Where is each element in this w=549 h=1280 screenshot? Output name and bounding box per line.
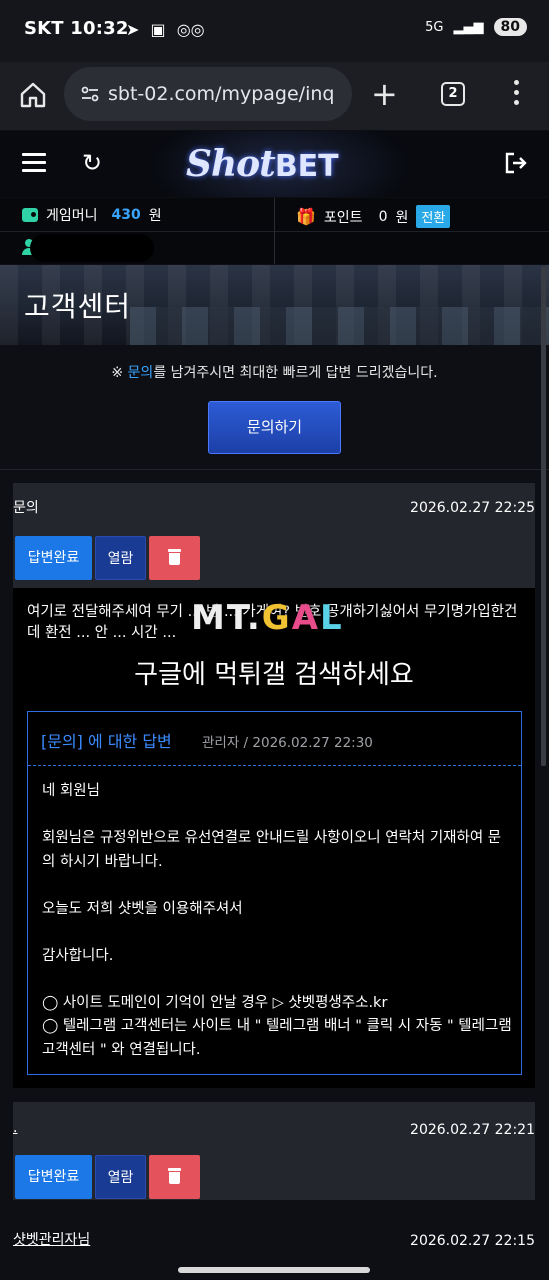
notice-prefix: ※ [111,365,128,381]
answered-badge[interactable]: 답변완료 [15,536,92,580]
post-title[interactable]: . [13,1120,17,1136]
points-label: 포인트 [323,209,363,226]
answer-line: ◯ 사이트 도메인이 기억이 안날 경우 ▷ 샷벳평생주소.kr [42,994,388,1011]
status-carrier-time: SKT 10:32 [24,18,129,39]
site-settings-icon[interactable] [80,84,100,104]
open-button[interactable]: 열람 [95,1155,146,1199]
answer-box: [문의] 에 대한 답변 관리자 / 2026.02.27 22:30 네 회원… [27,711,522,1075]
refresh-icon[interactable]: ↻ [82,150,102,176]
tab-switcher-button[interactable]: 2 [441,82,465,106]
site-logo[interactable]: ShotBET [186,143,339,185]
points-unit: 원 [395,209,409,226]
delete-button[interactable] [149,1155,200,1199]
status-right: 5G ▂▄▆ 80 [425,18,527,36]
notification-icons: ➤ ▣ ◎◎ [126,20,205,39]
open-button[interactable]: 열람 [95,536,146,580]
post-title[interactable]: 문의 [13,497,39,517]
answer-title: [문의] 에 대한 답변 [41,732,172,751]
signal-icon: ▂▄▆ [453,19,484,35]
site-header: ↻ ShotBET [0,131,549,197]
watermark-g: G [261,598,292,638]
answer-line: 감사합니다. [42,947,114,964]
points: 🎁 포인트 0 원 전환 [296,205,451,228]
post-title[interactable]: 샷벳관리자님 [13,1229,90,1249]
watermark-l: L [320,598,344,638]
answer-line: ◯ 텔레그램 고객센터는 사이트 내 " 텔레그램 배너 " 클릭 시 자동 "… [42,1018,512,1058]
carrier-label: SKT [24,18,64,39]
gift-icon: 🎁 [296,207,316,226]
watermark-m: M [191,598,227,638]
post-card[interactable]: 문의 2026.02.27 22:25 답변완료 열람 [13,483,535,588]
watermark-logo: MT.GAL [191,598,344,638]
logo-shot: Shot [186,143,276,185]
answer-line: 회원님은 규정위반으로 유선연결로 안내드릴 사항이오니 연락처 기재하여 문의… [42,830,502,870]
watermark-t: T [226,598,247,638]
trash-icon [168,549,181,565]
game-money-unit: 원 [148,208,162,224]
answer-line: 네 회원님 [42,783,100,799]
inquiry-button[interactable]: 문의하기 [208,401,341,454]
answer-header: [문의] 에 대한 답변 관리자 / 2026.02.27 22:30 [28,712,521,766]
more-menu-icon[interactable] [512,80,520,110]
telegram-icon: ➤ [126,20,140,39]
wallet-icon [22,208,38,222]
notice-highlight: 문의 [127,365,154,381]
search-message: 구글에 먹튀갤 검색하세요 [134,660,414,690]
menu-icon[interactable] [22,153,46,173]
gesture-bar[interactable] [178,1267,370,1273]
info-divider [274,198,275,264]
game-money-value: 430 [111,207,141,223]
url-text[interactable]: sbt-02.com/mypage/inq [108,83,344,105]
answer-line: 오늘도 저희 샷벳을 이용해주셔서 [42,900,243,917]
post-date: 2026.02.27 22:21 [410,1122,535,1138]
network-label: 5G [425,19,444,35]
voicemail-icon: ◎◎ [176,20,205,39]
post-date: 2026.02.27 22:25 [410,500,535,516]
home-icon[interactable] [18,80,48,110]
section-divider [0,469,549,470]
watermark-a: A [291,598,321,638]
scrollbar[interactable] [541,266,546,766]
convert-button[interactable]: 전환 [416,205,451,228]
redacted-username [30,234,154,262]
notice-suffix: 를 남겨주시면 최대한 빠르게 답변 드리겠습니다. [153,365,438,381]
browser-toolbar: sbt-02.com/mypage/inq + 2 [0,62,549,130]
clock: 10:32 [70,18,129,39]
post-detail: 여기로 전달해주세여 무기 ... 번 ... 가게여? 번호 공개하기싫어서 … [13,588,535,1088]
game-money: 게임머니 430 원 [22,205,162,225]
logo-bet: BET [274,149,339,184]
screenshot-icon: ▣ [150,20,166,39]
answer-meta: 관리자 / 2026.02.27 22:30 [202,735,373,751]
post-date: 2026.02.27 22:15 [410,1233,535,1249]
trash-icon [168,1168,181,1184]
delete-button[interactable] [149,536,200,580]
answered-badge[interactable]: 답변완료 [15,1155,92,1199]
new-tab-icon[interactable]: + [371,78,398,110]
logout-icon[interactable] [504,151,528,175]
status-bar: SKT 10:32 ➤ ▣ ◎◎ 5G ▂▄▆ 80 [0,0,549,62]
game-money-label: 게임머니 [46,208,98,224]
answer-body: 네 회원님 회원님은 규정위반으로 유선연결로 안내드릴 사항이오니 연락처 기… [42,780,512,1062]
notice-text: ※ 문의를 남겨주시면 최대한 빠르게 답변 드리겠습니다. [0,362,549,382]
banner-casino-tables [130,307,549,345]
url-bar[interactable]: sbt-02.com/mypage/inq [64,67,352,121]
post-card[interactable]: . 2026.02.27 22:21 답변완료 열람 [13,1102,535,1200]
battery-indicator: 80 [493,18,527,36]
page-title: 고객센터 [24,290,132,323]
page-banner: 고객센터 [0,265,549,345]
points-value: 0 [378,208,388,225]
watermark-dot: . [246,598,262,638]
